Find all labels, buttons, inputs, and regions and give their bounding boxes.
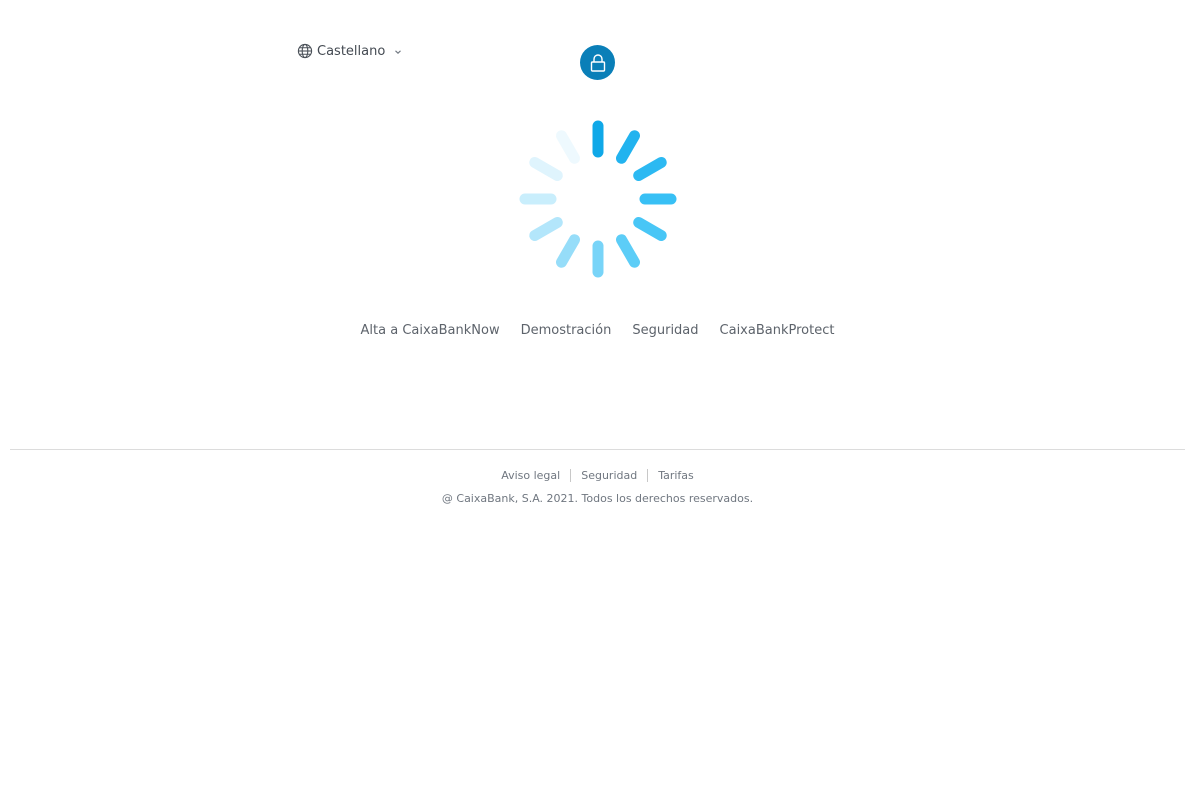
link-demostracion[interactable]: Demostración bbox=[521, 323, 612, 338]
spinner-spoke bbox=[556, 130, 580, 164]
footer-link-seguridad[interactable]: Seguridad bbox=[571, 469, 647, 482]
link-seguridad[interactable]: Seguridad bbox=[632, 323, 698, 338]
link-alta-caixabanknow[interactable]: Alta a CaixaBankNow bbox=[361, 323, 500, 338]
spinner-spoke bbox=[556, 234, 580, 268]
footer-link-aviso-legal[interactable]: Aviso legal bbox=[491, 469, 570, 482]
copyright-text: @ CaixaBank, S.A. 2021. Todos los derech… bbox=[441, 492, 754, 505]
spinner-spoke bbox=[633, 157, 667, 181]
top-links: Alta a CaixaBankNow Demostración Segurid… bbox=[0, 323, 1195, 338]
language-label: Castellano bbox=[317, 43, 386, 59]
footer-divider bbox=[10, 449, 1185, 450]
spinner-spoke bbox=[616, 234, 640, 268]
lock-badge bbox=[580, 45, 615, 80]
spinner-spoke bbox=[529, 157, 563, 181]
language-selector[interactable]: Castellano bbox=[297, 43, 402, 59]
loading-spinner bbox=[519, 120, 677, 278]
globe-icon bbox=[297, 43, 313, 59]
spinner-spoke bbox=[529, 217, 563, 241]
spinner-spoke bbox=[633, 217, 667, 241]
lock-icon bbox=[590, 53, 605, 72]
spinner-spoke bbox=[616, 130, 640, 164]
link-caixabankprotect[interactable]: CaixaBankProtect bbox=[720, 323, 835, 338]
chevron-down-icon bbox=[394, 48, 402, 56]
login-page: Castellano Alta a CaixaBankNow Demostrac… bbox=[0, 0, 1200, 800]
footer-link-tarifas[interactable]: Tarifas bbox=[648, 469, 704, 482]
footer-links: Aviso legal Seguridad Tarifas bbox=[0, 469, 1195, 482]
